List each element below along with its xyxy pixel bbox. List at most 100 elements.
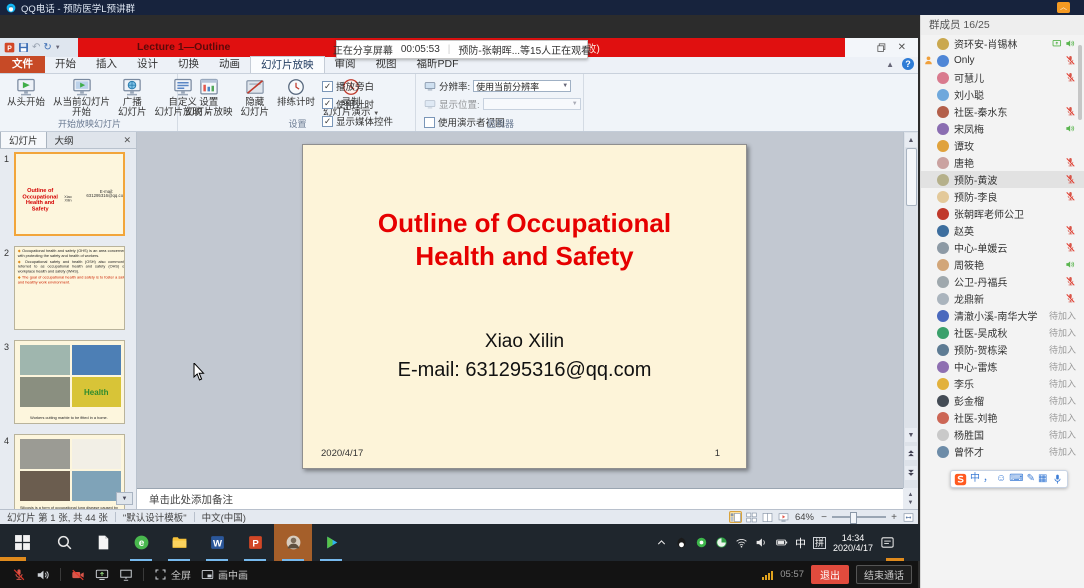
fullscreen-icon[interactable]: [154, 568, 167, 581]
volume-icon[interactable]: [755, 536, 768, 549]
screen-share-banner[interactable]: 正在分享屏幕 00:05:53 | 预防-张朝晖...等15人正在观看: [336, 40, 588, 59]
sogou-glyph[interactable]: ⌨: [1009, 474, 1023, 484]
slide-thumbnail-4[interactable]: Silicosis is a form of occupational lung…: [14, 434, 125, 509]
360-tray-icon[interactable]: [695, 536, 708, 549]
member-row[interactable]: Only: [921, 52, 1084, 69]
member-row[interactable]: 宋凤梅: [921, 120, 1084, 137]
member-row[interactable]: 谭玫: [921, 137, 1084, 154]
slide-thumbnail-3[interactable]: HealthWorkers cutting marble to be fitte…: [14, 340, 125, 424]
sogou-glyph[interactable]: ▦: [1038, 474, 1047, 484]
sogou-logo-icon[interactable]: [954, 473, 967, 486]
member-row[interactable]: 杨胜国待加入: [921, 426, 1084, 443]
sogou-glyph[interactable]: ☺: [996, 474, 1006, 484]
member-row[interactable]: 彭金榴待加入: [921, 392, 1084, 409]
ribbon-button-隐藏幻灯片[interactable]: 隐藏幻灯片: [238, 76, 273, 120]
camera-muted-icon[interactable]: [71, 568, 85, 582]
whiteboard-icon[interactable]: [119, 568, 133, 582]
sidebar-scrollbar[interactable]: [1078, 45, 1082, 120]
member-row[interactable]: 刘小聪: [921, 86, 1084, 103]
ribbon-button-从当前幻灯片开始[interactable]: 从当前幻灯片开始: [50, 76, 113, 120]
view-reading-icon[interactable]: [761, 511, 774, 523]
ribbon-tab-开始[interactable]: 开始: [45, 56, 86, 73]
sogou-mic-icon[interactable]: [1051, 473, 1064, 486]
search-button[interactable]: [44, 524, 84, 561]
view-normal-icon[interactable]: [729, 511, 742, 523]
member-row[interactable]: 社医-刘艳待加入: [921, 409, 1084, 426]
sogou-ime-toolbar[interactable]: 中，☺⌨✎▦: [950, 470, 1068, 488]
qat-dropdown-icon[interactable]: ▼: [55, 45, 61, 51]
zoom-slider-thumb[interactable]: [850, 512, 857, 524]
pip-icon[interactable]: [201, 568, 214, 581]
checkbox-播放旁白[interactable]: ✓播放旁白: [322, 79, 393, 93]
share-screen-icon[interactable]: [95, 568, 109, 582]
help-icon[interactable]: ?: [902, 58, 914, 70]
panel-splitter-icon[interactable]: ▼: [116, 492, 133, 505]
tab-outline[interactable]: 大纲: [47, 132, 82, 148]
member-row[interactable]: 赵英: [921, 222, 1084, 239]
ribbon-tab-文件[interactable]: 文件: [0, 56, 45, 73]
member-row[interactable]: 预防-李良: [921, 188, 1084, 205]
next-slide-icon[interactable]: [905, 466, 917, 480]
qq-call-icon[interactable]: [274, 524, 312, 561]
language-indicator[interactable]: 中文(中国): [195, 510, 253, 524]
collapse-ribbon-icon[interactable]: ▲: [886, 60, 894, 69]
sogou-glyph[interactable]: 中: [970, 474, 980, 484]
file-explorer-icon[interactable]: [160, 524, 198, 561]
checkbox-使用计时[interactable]: ✓使用计时: [322, 97, 393, 111]
previous-slide-icon[interactable]: [905, 446, 917, 460]
zoom-slider[interactable]: [832, 516, 886, 518]
member-row[interactable]: 张朝晖老师公卫: [921, 205, 1084, 222]
view-slideshow-icon[interactable]: [777, 511, 790, 523]
member-row[interactable]: 预防-贺栋梁待加入: [921, 341, 1084, 358]
powerpoint-icon[interactable]: P: [236, 524, 274, 561]
undo-icon[interactable]: ↶: [32, 42, 40, 53]
member-row[interactable]: 中心-雷炼待加入: [921, 358, 1084, 375]
slide-thumbnail-1[interactable]: Outline of Occupational Health and Safet…: [14, 152, 125, 236]
action-center-icon[interactable]: [880, 535, 895, 550]
member-row[interactable]: 社医-吴成秋待加入: [921, 324, 1084, 341]
member-row[interactable]: 社医-秦水东: [921, 103, 1084, 120]
restore-window-icon[interactable]: [877, 43, 886, 52]
word-icon[interactable]: W: [198, 524, 236, 561]
ime-indicator[interactable]: 中: [795, 535, 806, 551]
wifi-icon[interactable]: [735, 536, 748, 549]
ribbon-button-广播幻灯片[interactable]: 广播幻灯片: [115, 76, 150, 120]
member-row[interactable]: 预防-黄波: [921, 171, 1084, 188]
notes-area[interactable]: 单击此处添加备注: [137, 488, 903, 509]
end-call-button[interactable]: 结束通话: [856, 565, 912, 584]
close-window-icon[interactable]: ✕: [898, 43, 906, 53]
zoom-out-icon[interactable]: −: [819, 512, 829, 523]
tencent-video-icon[interactable]: [312, 524, 350, 561]
notes-scrollbar[interactable]: ▲▼: [903, 488, 918, 509]
member-row[interactable]: 可慧儿: [921, 69, 1084, 86]
ribbon-button-排练计时[interactable]: 排练计时: [274, 76, 318, 109]
member-row[interactable]: 资环安-肖锡林: [921, 35, 1084, 52]
dropdown-分辨率:[interactable]: 使用当前分辨率▼: [473, 80, 571, 92]
ribbon-tab-动画[interactable]: 动画: [209, 56, 250, 73]
tray-chevron-icon[interactable]: [655, 536, 668, 549]
ribbon-tab-切换[interactable]: 切换: [168, 56, 209, 73]
dropdown-arrow-icon[interactable]: ▼: [572, 101, 578, 107]
slide-canvas[interactable]: Outline of Occupational Health and Safet…: [137, 132, 903, 488]
fit-to-window-icon[interactable]: [902, 511, 915, 523]
exit-button[interactable]: 退出: [811, 565, 849, 584]
pie-tray-icon[interactable]: [715, 536, 728, 549]
dropdown-arrow-icon[interactable]: ▼: [562, 83, 568, 89]
member-row[interactable]: 曾怀才待加入: [921, 443, 1084, 460]
battery-icon[interactable]: [775, 536, 788, 549]
member-row[interactable]: 唐艳: [921, 154, 1084, 171]
speaker-icon[interactable]: [36, 568, 50, 582]
ribbon-tab-插入[interactable]: 插入: [86, 56, 127, 73]
view-sorter-icon[interactable]: [745, 511, 758, 523]
member-row[interactable]: 清澈小溪-南华大学待加入: [921, 307, 1084, 324]
ribbon-button-设置幻灯片放映[interactable]: 设置幻灯片放映: [182, 76, 236, 120]
ribbon-button-从头开始[interactable]: 从头开始: [4, 76, 48, 109]
member-row[interactable]: 公卫-丹福兵: [921, 273, 1084, 290]
ribbon-tab-设计[interactable]: 设计: [127, 56, 168, 73]
slide[interactable]: Outline of Occupational Health and Safet…: [302, 144, 747, 469]
dropdown-显示位置:[interactable]: ▼: [483, 98, 581, 110]
sogou-glyph[interactable]: ✎: [1027, 474, 1035, 484]
ribbon-tab-幻灯片放映[interactable]: 幻灯片放映: [250, 56, 325, 73]
vertical-scrollbar[interactable]: ▲ ▼: [903, 132, 918, 488]
member-row[interactable]: 龙鼎新: [921, 290, 1084, 307]
